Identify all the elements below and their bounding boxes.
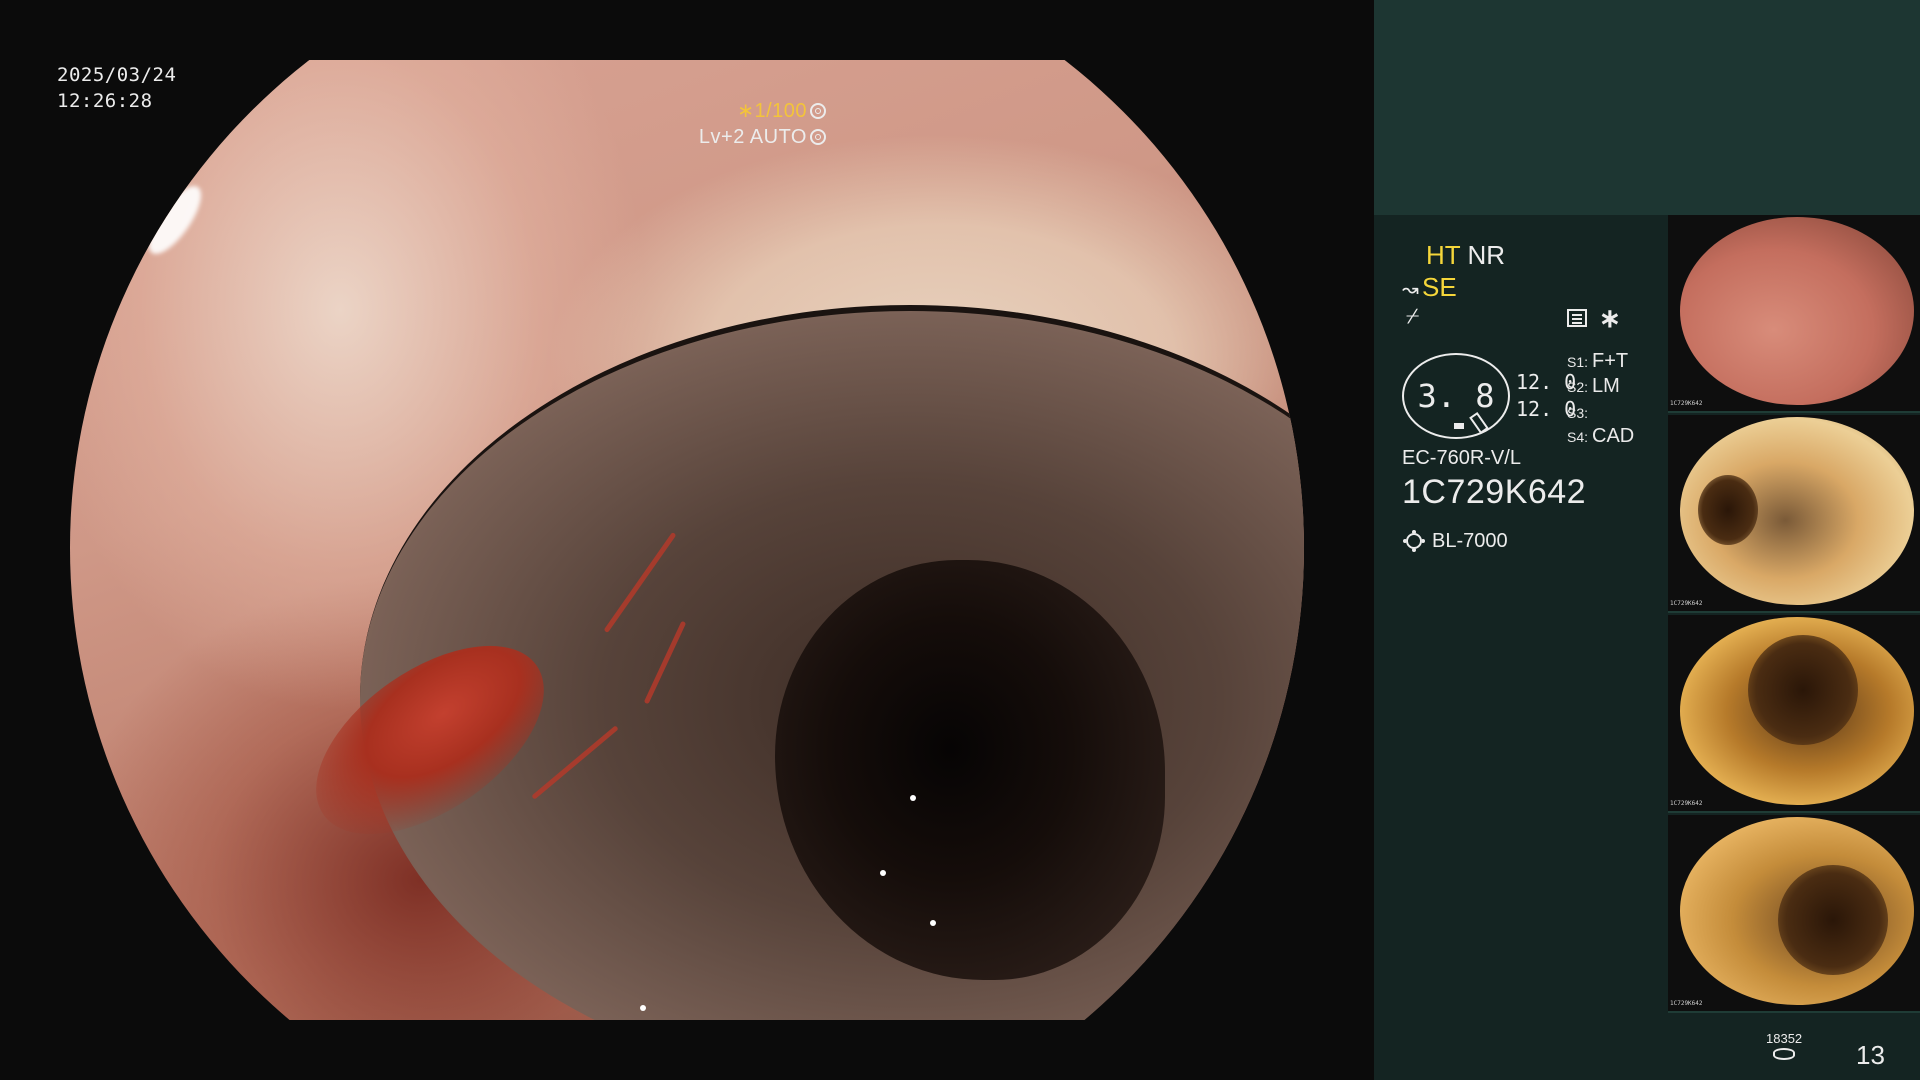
side-panel-header [1374, 0, 1920, 215]
thumbnail-image [1680, 217, 1914, 405]
thumbnail-lumen [1748, 635, 1858, 745]
thumbnail-caption: 1C729K642 [1670, 400, 1703, 407]
specular-spot [640, 1005, 646, 1011]
switch-key: S1: [1567, 354, 1589, 370]
switch-value: CAD [1592, 425, 1635, 447]
thumbnail-lumen [1698, 475, 1758, 545]
switch-row-3: S3: [1567, 401, 1592, 424]
exposure-mode: AUTO [749, 126, 807, 148]
specular-spot [930, 920, 936, 926]
scope-serial: 1C729K642 [1402, 473, 1587, 511]
specular-spot [880, 870, 886, 876]
thumbnail-lumen [1778, 865, 1888, 975]
switch-row-1: S1: F+T [1567, 350, 1628, 373]
endoscopic-image [70, 60, 1304, 1020]
exposure-info: ∗1/100 Lv+2 AUTO [699, 98, 826, 150]
storage-count: 18352 [1766, 1031, 1803, 1046]
thumbnail-caption: 1C729K642 [1670, 1000, 1703, 1007]
switch-key: S2: [1567, 379, 1589, 395]
thumbnail[interactable]: 1C729K642 [1668, 215, 1920, 413]
shutter-speed: ∗1/100 [737, 100, 807, 122]
switch-row-4: S4: CAD [1567, 425, 1634, 448]
thumbnail-caption: 1C729K642 [1670, 600, 1703, 607]
nr-indicator: NR [1467, 240, 1505, 270]
magnification-ring: 3. 8 [1402, 353, 1510, 439]
auto-mode-icon [810, 129, 826, 145]
sun-icon [1406, 533, 1422, 549]
se-mode-icon: ↝ [1402, 279, 1419, 301]
thumbnail[interactable]: 1C729K642 [1668, 815, 1920, 1013]
timestamp: 2025/03/24 12:26:28 [57, 62, 176, 114]
brightness-level: Lv+2 [698, 126, 745, 148]
storage-indicator: 18352 [1766, 1031, 1802, 1060]
endoscope-view: 2025/03/24 12:26:28 ∗1/100 Lv+2 AUTO [0, 0, 1374, 1080]
asterisk-icon: ∗ [1599, 303, 1621, 333]
switch-key: S3: [1567, 405, 1589, 421]
switch-value: F+T [1592, 350, 1629, 372]
se-status: ↝ SE [1402, 272, 1457, 303]
se-indicator: SE [1422, 272, 1457, 302]
enhancement-status: HT NR [1426, 240, 1505, 271]
scope-info: HT NR ↝ SE ⌿ ∗ 3. 8 12. 0 12. 0 S1: F+T S2… [1374, 215, 1674, 1080]
switch-row-2: S2: LM [1567, 375, 1620, 398]
switch-value: LM [1592, 375, 1620, 397]
time-text: 12:26:28 [57, 90, 153, 112]
ring-mark-icon [1454, 423, 1464, 429]
scope-model: EC-760R-V/L [1402, 447, 1521, 469]
thumbnail-strip: 1C729K642 1C729K642 1C729K642 1C729K642 [1668, 215, 1920, 1015]
light-source: BL-7000 [1402, 530, 1508, 553]
thumbnail-caption: 1C729K642 [1670, 800, 1703, 807]
thumbnail[interactable]: 1C729K642 [1668, 615, 1920, 813]
frame-count: 13 [1856, 1040, 1885, 1070]
light-reflection [139, 178, 211, 262]
light-source-label: BL-7000 [1432, 530, 1508, 552]
thumbnail[interactable]: 1C729K642 [1668, 415, 1920, 613]
switch-key: S4: [1567, 429, 1589, 445]
specular-spot [910, 795, 916, 801]
date-text: 2025/03/24 [57, 64, 177, 86]
storage-icon [1773, 1048, 1796, 1060]
side-panel: HT NR ↝ SE ⌿ ∗ 3. 8 12. 0 12. 0 S1: F+T S2… [1374, 215, 1920, 1080]
settings-list-icon [1567, 309, 1587, 327]
ht-indicator: HT [1426, 240, 1461, 270]
aperture-icon [810, 103, 826, 119]
filter-icon: ⌿ [1406, 303, 1420, 328]
